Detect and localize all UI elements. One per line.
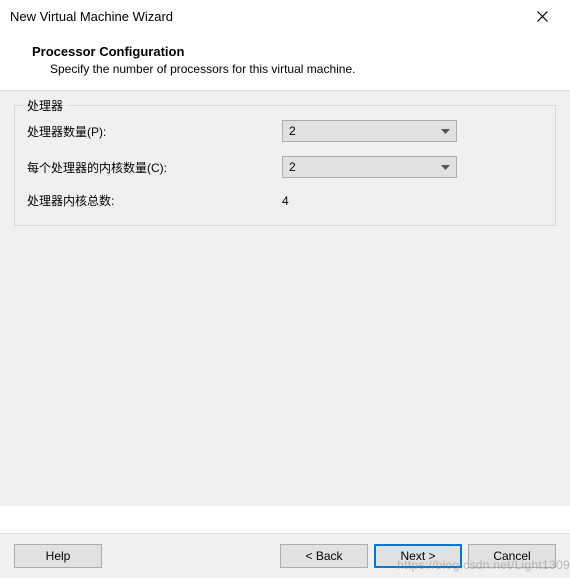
close-icon: [537, 11, 548, 22]
label-cores-per-processor: 每个处理器的内核数量(C):: [27, 159, 282, 176]
row-total-cores: 处理器内核总数: 4: [27, 192, 543, 209]
content-area: 处理器 处理器数量(P): 2 每个处理器的内核数量(C): 2 处理器内核总数…: [0, 91, 570, 506]
wizard-header: Processor Configuration Specify the numb…: [0, 32, 570, 90]
titlebar: New Virtual Machine Wizard: [0, 0, 570, 32]
label-num-processors: 处理器数量(P):: [27, 123, 282, 140]
processors-fieldset: 处理器 处理器数量(P): 2 每个处理器的内核数量(C): 2 处理器内核总数…: [14, 105, 556, 226]
row-num-processors: 处理器数量(P): 2: [27, 120, 543, 142]
value-total-cores: 4: [282, 194, 289, 208]
close-button[interactable]: [522, 2, 562, 30]
page-subtitle: Specify the number of processors for thi…: [32, 62, 550, 76]
cancel-button[interactable]: Cancel: [468, 544, 556, 568]
back-button[interactable]: < Back: [280, 544, 368, 568]
chevron-down-icon: [441, 124, 450, 138]
wizard-footer: Help < Back Next > Cancel https://blog.c…: [0, 533, 570, 578]
fieldset-legend: 处理器: [23, 97, 67, 114]
dropdown-value-num-processors: 2: [289, 124, 441, 138]
row-cores-per-processor: 每个处理器的内核数量(C): 2: [27, 156, 543, 178]
label-total-cores: 处理器内核总数:: [27, 192, 282, 209]
dropdown-value-cores-per-processor: 2: [289, 160, 441, 174]
chevron-down-icon: [441, 160, 450, 174]
window-title: New Virtual Machine Wizard: [10, 9, 173, 24]
dropdown-num-processors[interactable]: 2: [282, 120, 457, 142]
dropdown-cores-per-processor[interactable]: 2: [282, 156, 457, 178]
next-button[interactable]: Next >: [374, 544, 462, 568]
help-button[interactable]: Help: [14, 544, 102, 568]
page-title: Processor Configuration: [32, 44, 550, 59]
